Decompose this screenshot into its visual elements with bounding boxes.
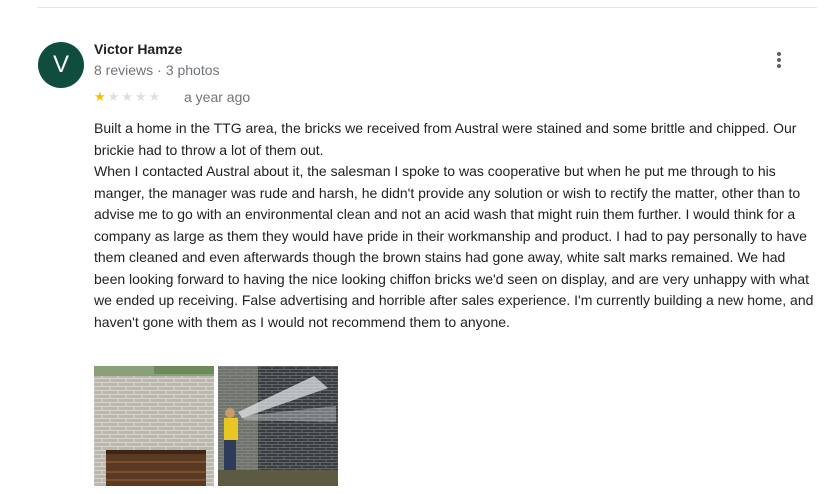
star-empty-icon: ★ [107, 89, 120, 104]
reviews-count: 8 reviews [94, 62, 154, 78]
star-rating: ★ ★ ★ ★ ★ [94, 88, 162, 106]
star-filled-icon: ★ [94, 89, 106, 104]
review-time: a year ago [184, 89, 251, 105]
star-empty-icon: ★ [134, 89, 147, 104]
top-divider [37, 7, 817, 8]
star-empty-icon: ★ [148, 89, 161, 104]
photos-count: 3 photos [165, 62, 220, 78]
avatar[interactable]: V [38, 42, 84, 88]
review-photo-2[interactable] [218, 366, 338, 486]
review-photo-1[interactable] [94, 366, 214, 486]
photo-pressure-washing-wall [218, 366, 338, 486]
meta-separator: · [157, 62, 162, 78]
photo-brick-wall-garage [94, 366, 214, 486]
star-empty-icon: ★ [121, 89, 133, 104]
author-name[interactable]: Victor Hamze [94, 41, 182, 57]
author-meta: 8 reviews · 3 photos [94, 62, 220, 78]
review-text: Built a home in the TTG area, the bricks… [94, 120, 814, 330]
more-options-icon[interactable] [770, 50, 788, 72]
